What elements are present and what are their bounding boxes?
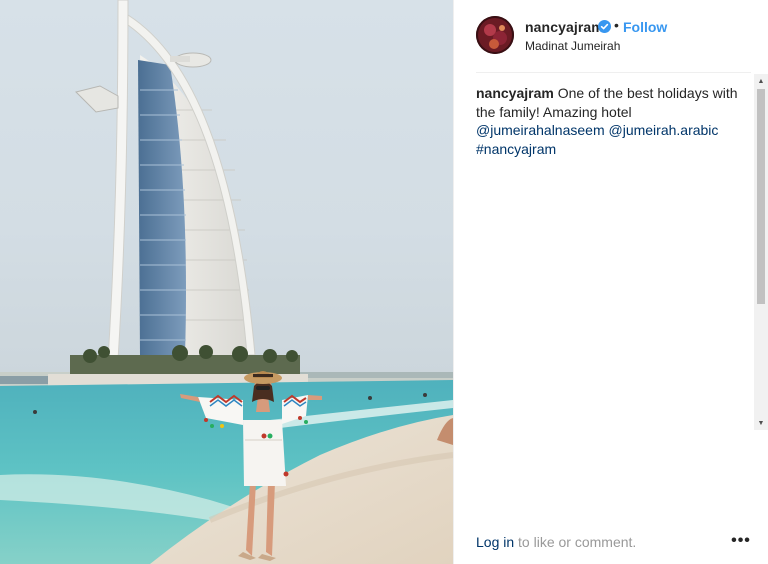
- post-image: [0, 0, 453, 564]
- more-options-icon[interactable]: •••: [731, 533, 751, 549]
- scroll-up-arrow-icon[interactable]: ▲: [754, 74, 768, 88]
- post-photo[interactable]: [0, 0, 453, 564]
- follow-button[interactable]: Follow: [623, 19, 667, 35]
- post-side-panel: nancyajram • Follow Madinat Jumeirah nan…: [453, 0, 768, 564]
- username-link[interactable]: nancyajram: [525, 19, 604, 35]
- scroll-down-arrow-icon[interactable]: ▼: [754, 416, 768, 430]
- avatar-image: [476, 16, 514, 54]
- mention-link[interactable]: @jumeirah.arabic: [609, 122, 719, 138]
- scroll-thumb[interactable]: [757, 89, 765, 304]
- verified-badge-icon: [598, 20, 611, 33]
- post-caption: nancyajram One of the best holidays with…: [476, 84, 746, 158]
- avatar[interactable]: [476, 16, 514, 54]
- mention-link[interactable]: @jumeirahalnaseem: [476, 122, 605, 138]
- login-prompt: Log in to like or comment.: [476, 534, 636, 550]
- separator-dot: •: [614, 17, 619, 33]
- caption-username-link[interactable]: nancyajram: [476, 85, 554, 101]
- location-link[interactable]: Madinat Jumeirah: [525, 39, 620, 53]
- header-divider: [476, 72, 751, 73]
- login-suffix: to like or comment.: [518, 534, 637, 550]
- hashtag-link[interactable]: #nancyajram: [476, 141, 556, 157]
- post-header: nancyajram • Follow Madinat Jumeirah: [454, 0, 768, 72]
- post-footer: Log in to like or comment. •••: [454, 520, 768, 564]
- login-link[interactable]: Log in: [476, 534, 514, 550]
- caption-scrollbar[interactable]: ▲ ▼: [754, 74, 768, 430]
